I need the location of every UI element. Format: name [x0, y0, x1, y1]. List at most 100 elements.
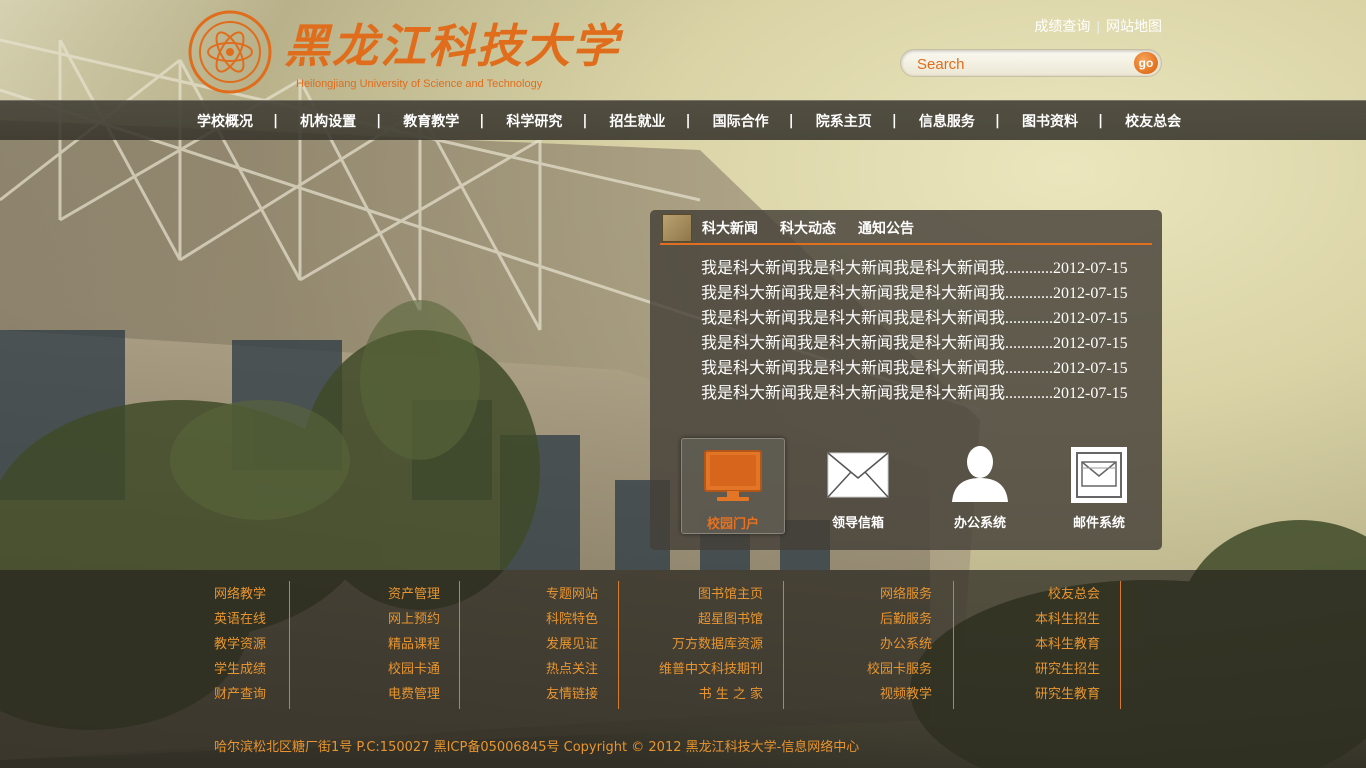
footer-divider — [459, 581, 460, 709]
nav-divider: | — [582, 113, 588, 129]
grade-query-link[interactable]: 成绩查询 — [1034, 18, 1090, 34]
footer-link[interactable]: 维普中文科技期刊 — [632, 657, 763, 682]
nav-divider: | — [891, 113, 897, 129]
nav-item-departments[interactable]: 院系主页 | — [805, 111, 908, 131]
sitemap-link[interactable]: 网站地图 — [1106, 18, 1162, 34]
nav-item-library[interactable]: 图书资料 | — [1011, 111, 1114, 131]
envelope-icon — [827, 452, 889, 498]
nav-item-alumni[interactable]: 校友总会 — [1114, 111, 1192, 131]
nav-divider: | — [479, 113, 485, 129]
footer-link[interactable]: 热点关注 — [532, 657, 598, 682]
footer-link[interactable]: 专题网站 — [532, 582, 598, 607]
footer-link[interactable]: 资产管理 — [374, 582, 440, 607]
footer-link[interactable]: 精品课程 — [374, 632, 440, 657]
footer-link[interactable]: 图书馆主页 — [632, 582, 763, 607]
nav-item-research[interactable]: 科学研究 | — [495, 111, 598, 131]
footer-link[interactable]: 研究生教育 — [1010, 682, 1100, 707]
nav-item-label: 学校概况 — [197, 114, 253, 130]
quick-link-label: 办公系统 — [953, 516, 1006, 531]
quick-link-label: 校园门户 — [706, 517, 759, 532]
footer-divider — [783, 581, 784, 709]
footer-link[interactable]: 网上预约 — [374, 607, 440, 632]
footer: 网络教学 英语在线 教学资源 学生成绩 财产查询 资产管理 网上预约 精品课程 … — [0, 570, 1366, 768]
quick-link-label: 邮件系统 — [1072, 516, 1125, 531]
search-box: go — [900, 49, 1162, 77]
nav-divider: | — [994, 113, 1000, 129]
mail-icon — [1071, 447, 1127, 503]
logo-subtitle: Heilongjiang University of Science and T… — [296, 78, 543, 90]
footer-divider — [289, 581, 290, 709]
nav-item-admissions[interactable]: 招生就业 | — [599, 111, 702, 131]
footer-link[interactable]: 教学资源 — [214, 632, 266, 657]
top-links: 成绩查询 | 网站地图 — [1034, 16, 1162, 36]
footer-link[interactable]: 校园卡服务 — [842, 657, 932, 682]
footer-link[interactable]: 英语在线 — [214, 607, 266, 632]
news-item[interactable]: 我是科大新闻我是科大新闻我是科大新闻我............2012-07-1… — [701, 334, 1128, 359]
footer-link[interactable]: 网络教学 — [214, 582, 266, 607]
tab-announcements[interactable]: 通知公告 — [858, 218, 914, 238]
footer-link[interactable]: 书 生 之 家 — [632, 682, 763, 707]
nav-item-education[interactable]: 教育教学 | — [392, 111, 495, 131]
footer-link[interactable]: 校园卡通 — [374, 657, 440, 682]
quick-link-leader-mailbox[interactable]: 领导信箱 — [806, 438, 910, 534]
quick-link-label: 领导信箱 — [831, 516, 884, 531]
nav-divider: | — [1098, 113, 1104, 129]
nav-item-label: 院系主页 — [815, 114, 872, 130]
search-input[interactable] — [917, 54, 1117, 74]
footer-link[interactable]: 发展见证 — [532, 632, 598, 657]
news-panel: 科大新闻 科大动态 通知公告 我是科大新闻我是科大新闻我是科大新闻我......… — [650, 210, 1162, 550]
footer-link[interactable]: 本科生招生 — [1010, 607, 1100, 632]
news-item[interactable]: 我是科大新闻我是科大新闻我是科大新闻我............2012-07-1… — [701, 309, 1128, 334]
footer-link[interactable]: 学生成绩 — [214, 657, 266, 682]
footer-link[interactable]: 网络服务 — [842, 582, 932, 607]
footer-link[interactable]: 超星图书馆 — [632, 607, 763, 632]
footer-link[interactable]: 视频教学 — [842, 682, 932, 707]
notebook-icon — [662, 214, 692, 242]
nav-item-label: 机构设置 — [300, 114, 357, 130]
news-item[interactable]: 我是科大新闻我是科大新闻我是科大新闻我............2012-07-1… — [701, 359, 1128, 384]
copyright-text: 哈尔滨松北区糖厂街1号 P.C:150027 黑ICP备05006845号 Co… — [214, 740, 860, 755]
nav-divider: | — [376, 113, 382, 129]
footer-link[interactable]: 友情链接 — [532, 682, 598, 707]
tab-university-updates[interactable]: 科大动态 — [780, 218, 836, 238]
quick-link-mail-system[interactable]: 邮件系统 — [1047, 438, 1151, 534]
footer-divider — [618, 581, 619, 709]
university-logo[interactable]: 黑龙江科技大学 Heilongjiang University of Scien… — [188, 8, 618, 96]
nav-item-organization[interactable]: 机构设置 | — [289, 111, 392, 131]
footer-link[interactable]: 科院特色 — [532, 607, 598, 632]
footer-link[interactable]: 办公系统 — [842, 632, 932, 657]
search-go-button[interactable]: go — [1134, 52, 1158, 74]
news-item[interactable]: 我是科大新闻我是科大新闻我是科大新闻我............2012-07-1… — [701, 259, 1128, 284]
news-item[interactable]: 我是科大新闻我是科大新闻我是科大新闻我............2012-07-1… — [701, 284, 1128, 309]
nav-item-label: 国际合作 — [712, 114, 769, 130]
news-tabs: 科大新闻 科大动态 通知公告 — [702, 218, 936, 238]
footer-column-services: 网络服务 后勤服务 办公系统 校园卡服务 视频教学 — [842, 582, 932, 707]
news-list: 我是科大新闻我是科大新闻我是科大新闻我............2012-07-1… — [701, 259, 1128, 409]
nav-item-label: 招生就业 — [609, 114, 666, 130]
footer-column-topics: 专题网站 科院特色 发展见证 热点关注 友情链接 — [532, 582, 598, 707]
nav-item-international[interactable]: 国际合作 | — [702, 111, 805, 131]
nav-item-label: 科学研究 — [506, 114, 563, 130]
nav-divider: | — [788, 113, 794, 129]
nav-item-info-services[interactable]: 信息服务 | — [908, 111, 1011, 131]
news-item[interactable]: 我是科大新闻我是科大新闻我是科大新闻我............2012-07-1… — [701, 384, 1128, 409]
footer-divider — [1120, 581, 1121, 709]
footer-link[interactable]: 后勤服务 — [842, 607, 932, 632]
footer-column-alumni: 校友总会 本科生招生 本科生教育 研究生招生 研究生教育 — [1010, 582, 1100, 707]
footer-link[interactable]: 电费管理 — [374, 682, 440, 707]
nav-item-label: 图书资料 — [1022, 114, 1078, 130]
quick-link-office-system[interactable]: 办公系统 — [928, 438, 1032, 534]
footer-divider — [953, 581, 954, 709]
footer-link[interactable]: 财产查询 — [214, 682, 266, 707]
nav-item-label: 教育教学 — [403, 114, 460, 130]
university-emblem-icon — [188, 10, 272, 94]
footer-link[interactable]: 校友总会 — [1010, 582, 1100, 607]
footer-column-teaching: 网络教学 英语在线 教学资源 学生成绩 财产查询 — [214, 582, 266, 707]
nav-item-school-overview[interactable]: 学校概况 | — [186, 111, 289, 131]
footer-link[interactable]: 万方数据库资源 — [632, 632, 763, 657]
nav-item-label: 信息服务 — [918, 114, 975, 130]
quick-link-campus-portal[interactable]: 校园门户 — [681, 438, 785, 534]
footer-link[interactable]: 本科生教育 — [1010, 632, 1100, 657]
tab-university-news[interactable]: 科大新闻 — [702, 218, 758, 238]
footer-link[interactable]: 研究生招生 — [1010, 657, 1100, 682]
